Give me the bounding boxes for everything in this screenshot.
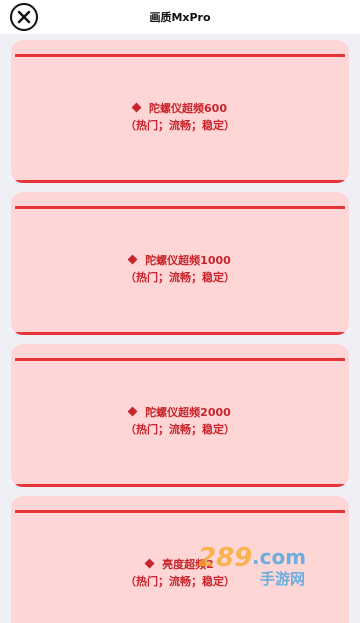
card-bottom-line bbox=[15, 332, 345, 335]
card-bottom-line bbox=[15, 180, 345, 183]
card-bottom-line bbox=[15, 484, 345, 487]
card-name-row: 陀螺仪超频2000 bbox=[11, 404, 349, 421]
page-title: 画质MxPro bbox=[149, 11, 211, 24]
option-card[interactable]: 陀螺仪超频600 （热门；流畅；稳定） bbox=[11, 40, 349, 183]
card-tags: （热门；流畅；稳定） bbox=[125, 423, 235, 436]
card-name: 亮度超频2 bbox=[162, 558, 214, 571]
option-card[interactable]: 亮度超频2 （热门；流畅；稳定） bbox=[11, 496, 349, 623]
option-card[interactable]: 陀螺仪超频1000 （热门；流畅；稳定） bbox=[11, 192, 349, 335]
card-tags: （热门；流畅；稳定） bbox=[125, 119, 235, 132]
card-top-line bbox=[15, 358, 345, 361]
diamond-icon bbox=[127, 406, 138, 417]
card-top-line bbox=[15, 54, 345, 57]
card-text: 陀螺仪超频600 （热门；流畅；稳定） bbox=[11, 100, 349, 134]
card-name: 陀螺仪超频2000 bbox=[145, 406, 231, 419]
card-text: 亮度超频2 （热门；流畅；稳定） bbox=[11, 556, 349, 590]
diamond-icon bbox=[127, 254, 138, 265]
card-top-line bbox=[15, 206, 345, 209]
card-name: 陀螺仪超频1000 bbox=[145, 254, 231, 267]
option-list: 陀螺仪超频600 （热门；流畅；稳定） 陀螺仪超频1000 （热门；流畅；稳定）… bbox=[0, 36, 360, 623]
card-text: 陀螺仪超频1000 （热门；流畅；稳定） bbox=[11, 252, 349, 286]
card-name-row: 陀螺仪超频600 bbox=[11, 100, 349, 117]
card-text: 陀螺仪超频2000 （热门；流畅；稳定） bbox=[11, 404, 349, 438]
card-top-line bbox=[15, 510, 345, 513]
card-tags: （热门；流畅；稳定） bbox=[125, 271, 235, 284]
option-card[interactable]: 陀螺仪超频2000 （热门；流畅；稳定） bbox=[11, 344, 349, 487]
top-bar: 画质MxPro bbox=[0, 0, 360, 34]
diamond-icon bbox=[131, 102, 142, 113]
card-name-row: 陀螺仪超频1000 bbox=[11, 252, 349, 269]
card-name-row: 亮度超频2 bbox=[11, 556, 349, 573]
diamond-icon bbox=[144, 558, 155, 569]
card-name: 陀螺仪超频600 bbox=[149, 102, 227, 115]
card-tags: （热门；流畅；稳定） bbox=[125, 575, 235, 588]
